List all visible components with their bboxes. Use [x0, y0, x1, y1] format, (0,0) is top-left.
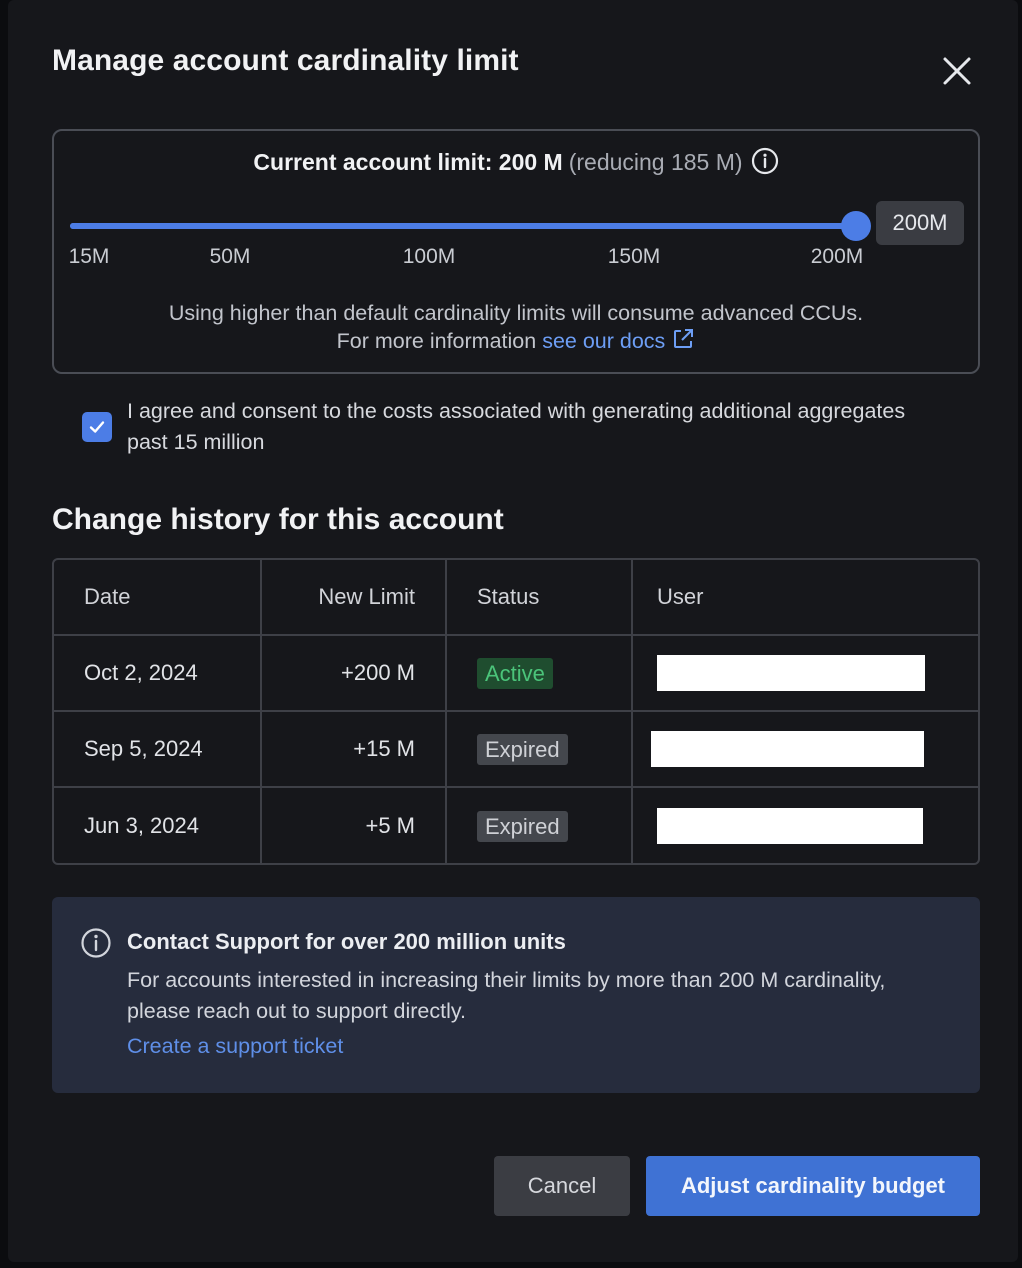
- tick-label-200m: 200M: [810, 245, 864, 268]
- info-icon: [80, 927, 112, 964]
- limit-note: Using higher than default cardinality li…: [54, 299, 978, 358]
- row-user-cell: [633, 712, 978, 786]
- support-body: For accounts interested in increasing th…: [127, 968, 886, 1023]
- row-date: Oct 2, 2024: [54, 636, 262, 710]
- row-date: Sep 5, 2024: [54, 712, 262, 786]
- status-badge: Expired: [477, 733, 568, 765]
- row-new-limit: +15 M: [262, 712, 447, 786]
- status-badge: Expired: [477, 810, 568, 842]
- row-status-cell: Active: [447, 636, 633, 710]
- consent-checkbox[interactable]: [82, 412, 112, 442]
- table-header-row: Date New Limit Status User: [54, 560, 978, 636]
- support-title: Contact Support for over 200 million uni…: [127, 929, 566, 954]
- tick-label-100m: 100M: [402, 245, 456, 268]
- cancel-button[interactable]: Cancel: [494, 1156, 630, 1216]
- slider-thumb[interactable]: [841, 211, 871, 241]
- limit-card: Current account limit: 200 M (reducing 18…: [52, 129, 980, 374]
- column-header-status: Status: [447, 560, 633, 634]
- close-icon: [943, 57, 971, 85]
- status-badge: Active: [477, 657, 553, 689]
- checkmark-icon: [89, 421, 105, 433]
- redacted-user: [657, 808, 923, 844]
- slider-fill: [70, 223, 856, 229]
- row-new-limit: +5 M: [262, 788, 447, 863]
- close-button[interactable]: [938, 52, 976, 90]
- column-header-user: User: [657, 584, 704, 609]
- row-new-limit: +200 M: [262, 636, 447, 710]
- current-limit-label: Current account limit: 200 M: [253, 149, 563, 175]
- info-icon[interactable]: [751, 147, 779, 181]
- history-table: Date New Limit Status User Oct 2, 2024 +…: [52, 558, 980, 865]
- cardinality-modal: Manage account cardinality limit Current…: [8, 0, 1018, 1262]
- external-link-icon[interactable]: [671, 327, 695, 358]
- table-row: Jun 3, 2024 +5 M Expired: [54, 788, 978, 863]
- row-user-cell: [633, 788, 978, 863]
- history-title: Change history for this account: [52, 503, 504, 536]
- reducing-label: (reducing 185 M): [568, 149, 743, 175]
- tick-label-50m: 50M: [209, 245, 251, 268]
- adjust-budget-button[interactable]: Adjust cardinality budget: [646, 1156, 980, 1216]
- slider-track[interactable]: [70, 223, 856, 229]
- tick-label-150m: 150M: [607, 245, 661, 268]
- modal-title: Manage account cardinality limit: [52, 44, 519, 77]
- tick-label-15m: 15M: [68, 245, 110, 268]
- limit-heading: Current account limit: 200 M (reducing 18…: [54, 147, 978, 181]
- row-status-cell: Expired: [447, 788, 633, 863]
- row-user-cell: [633, 636, 978, 710]
- limit-note-line1: Using higher than default cardinality li…: [168, 301, 864, 325]
- row-status-cell: Expired: [447, 712, 633, 786]
- slider-value-tag: 200M: [876, 201, 964, 245]
- limit-note-line2: For more information see our docs: [54, 327, 978, 358]
- row-date: Jun 3, 2024: [54, 788, 262, 863]
- table-row: Sep 5, 2024 +15 M Expired: [54, 712, 978, 788]
- limit-note-prefix: For more information: [336, 329, 537, 353]
- table-row: Oct 2, 2024 +200 M Active: [54, 636, 978, 712]
- redacted-user: [651, 731, 924, 767]
- column-header-new-limit: New Limit: [262, 560, 447, 634]
- column-header-date: Date: [54, 560, 262, 634]
- support-ticket-link[interactable]: Create a support ticket: [127, 1034, 343, 1059]
- support-callout: Contact Support for over 200 million uni…: [52, 897, 980, 1093]
- redacted-user: [657, 655, 925, 691]
- docs-link[interactable]: see our docs: [542, 329, 665, 353]
- consent-text: I agree and consent to the costs associa…: [127, 399, 906, 454]
